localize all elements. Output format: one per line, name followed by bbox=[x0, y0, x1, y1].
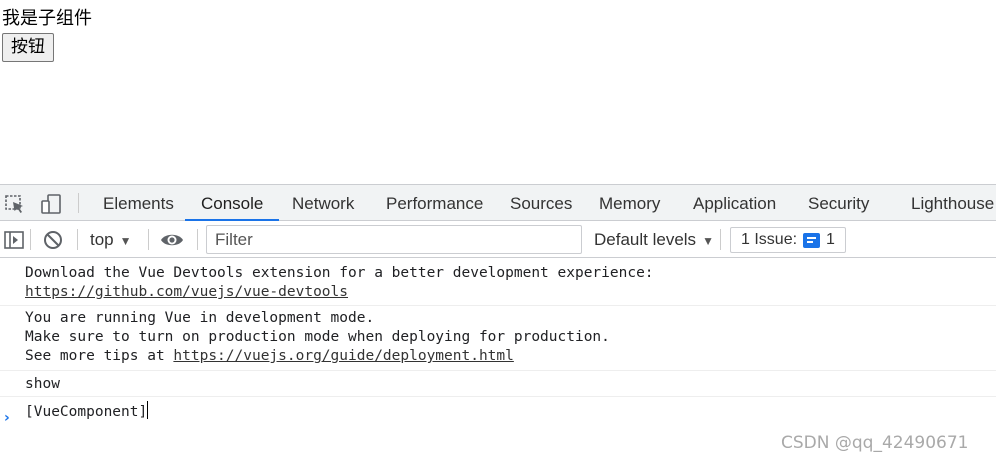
page-button[interactable]: 按钮 bbox=[2, 33, 54, 62]
console-message: You are running Vue in development mode.… bbox=[0, 306, 996, 371]
text-cursor bbox=[147, 401, 149, 419]
vue-deployment-link[interactable]: https://vuejs.org/guide/deployment.html bbox=[173, 348, 513, 364]
console-message-text: show bbox=[25, 376, 60, 392]
console-message-text: Download the Vue Devtools extension for … bbox=[25, 265, 654, 281]
chevron-right-icon: › bbox=[4, 410, 10, 426]
toolbar-separator bbox=[720, 229, 721, 250]
filter-input[interactable] bbox=[206, 225, 582, 254]
context-selector-label: top bbox=[90, 230, 114, 249]
issues-button[interactable]: 1 Issue: 1 bbox=[730, 227, 846, 253]
issues-label: 1 Issue: bbox=[741, 231, 798, 248]
toolbar-separator bbox=[197, 229, 198, 250]
console-message: Download the Vue Devtools extension for … bbox=[0, 262, 996, 306]
tab-security[interactable]: Security bbox=[792, 185, 885, 220]
console-prompt-text: [VueComponent] bbox=[25, 404, 148, 420]
toolbar-separator bbox=[30, 229, 31, 250]
tab-performance[interactable]: Performance bbox=[370, 185, 499, 220]
page-content: 我是子组件 按钮 bbox=[0, 0, 996, 184]
eye-icon[interactable] bbox=[160, 229, 183, 251]
device-toolbar-icon[interactable] bbox=[40, 193, 62, 215]
chevron-down-icon: ▼ bbox=[702, 234, 714, 248]
toolbar-separator bbox=[77, 229, 78, 250]
tab-memory[interactable]: Memory bbox=[583, 185, 676, 220]
tab-lighthouse[interactable]: Lighthouse bbox=[895, 185, 996, 220]
toolbar-separator bbox=[148, 229, 149, 250]
context-selector[interactable]: top ▼ bbox=[90, 221, 132, 258]
log-levels-dropdown[interactable]: Default levels ▼ bbox=[594, 221, 714, 258]
chevron-down-icon: ▼ bbox=[119, 234, 132, 248]
child-component-text: 我是子组件 bbox=[2, 8, 92, 29]
tab-console[interactable]: Console bbox=[185, 185, 280, 221]
inspect-element-icon[interactable] bbox=[4, 193, 26, 215]
console-message-text: You are running Vue in development mode. bbox=[25, 310, 375, 326]
console-toolbar: top ▼ Default levels ▼ 1 Issue: 1 bbox=[0, 221, 996, 258]
issue-message-icon bbox=[803, 232, 821, 248]
show-sidebar-icon[interactable] bbox=[3, 229, 25, 251]
console-message-text: See more tips at bbox=[25, 348, 174, 364]
tab-elements[interactable]: Elements bbox=[87, 185, 190, 220]
tab-network[interactable]: Network bbox=[276, 185, 370, 220]
console-message: show bbox=[0, 371, 996, 397]
tab-bar-separator bbox=[78, 193, 79, 213]
console-message-text: Make sure to turn on production mode whe… bbox=[25, 329, 610, 345]
tab-application[interactable]: Application bbox=[677, 185, 792, 220]
log-levels-label: Default levels bbox=[594, 230, 697, 249]
tab-sources[interactable]: Sources bbox=[494, 185, 588, 220]
watermark: CSDN @qq_42490671 bbox=[781, 433, 969, 453]
vue-devtools-link[interactable]: https://github.com/vuejs/vue-devtools bbox=[25, 284, 348, 300]
clear-console-icon[interactable] bbox=[42, 229, 64, 251]
devtools-tab-bar: Elements Console Network Performance Sou… bbox=[0, 184, 996, 221]
issues-count: 1 bbox=[826, 231, 835, 248]
console-prompt[interactable]: [VueComponent] bbox=[25, 401, 149, 422]
